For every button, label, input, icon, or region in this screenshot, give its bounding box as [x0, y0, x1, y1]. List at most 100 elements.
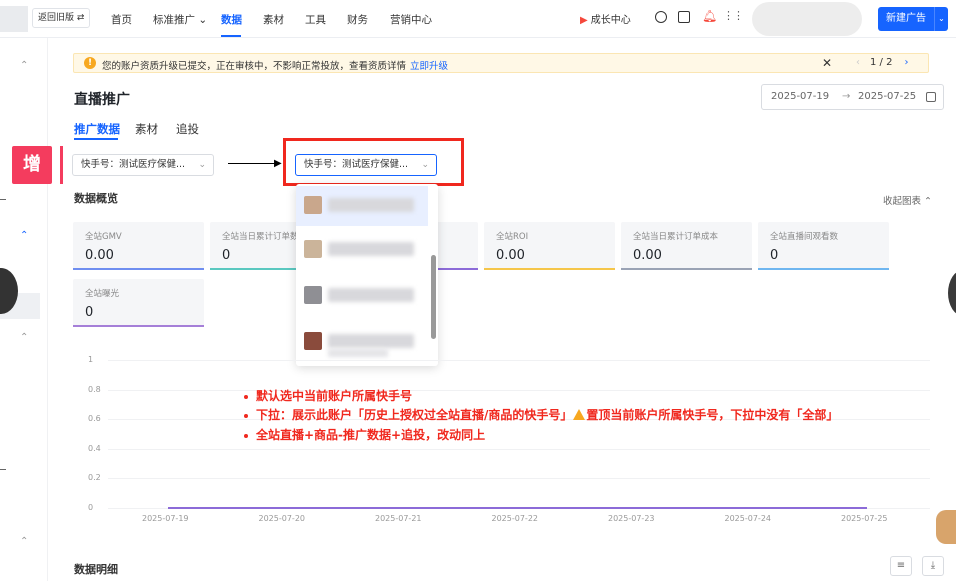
chevron-down-icon[interactable]: ⌄: [934, 7, 948, 31]
dropdown-option[interactable]: [296, 230, 428, 270]
coin-icon[interactable]: [655, 11, 667, 23]
tab-promotion-data[interactable]: 推广数据: [74, 121, 120, 137]
y-tick-label: 0.8: [88, 384, 101, 394]
date-start: 2025-07-19: [771, 91, 830, 102]
metric-card[interactable]: 全站ROI 0.00: [484, 222, 615, 270]
notice-pager: ‹ 1 / 2 ›: [846, 57, 908, 68]
dropdown-scrollbar[interactable]: [431, 255, 436, 339]
annotation-tag: 增: [12, 146, 52, 184]
note-text: 默认选中当前账户所属快手号: [256, 389, 413, 403]
blurred-account-name: [328, 198, 414, 212]
nav-tools[interactable]: 工具: [305, 12, 326, 27]
y-tick-label: 0: [88, 503, 94, 512]
sidebar-divider: [0, 199, 6, 200]
chevron-up-icon[interactable]: ⌃: [20, 332, 28, 343]
right-floating-button[interactable]: [948, 270, 956, 316]
dropdown-option[interactable]: [296, 276, 428, 316]
edit-icon[interactable]: [678, 11, 690, 23]
pager-next-icon[interactable]: ›: [904, 57, 908, 68]
warning-icon: [573, 409, 586, 420]
dropdown-option[interactable]: [296, 186, 428, 226]
blurred-account-name: [328, 242, 414, 256]
metric-bar: [621, 268, 752, 270]
grid-line: [108, 448, 930, 450]
warning-icon: !: [84, 57, 96, 69]
tab-active-indicator: [74, 138, 118, 140]
account-selector-new[interactable]: 快手号：测试医疗保健... ⌄: [295, 154, 437, 176]
account-selector-old[interactable]: 快手号：测试医疗保健... ⌄: [72, 154, 214, 176]
metric-card[interactable]: 全站曝光 0: [73, 279, 204, 327]
account-thumbnail: [304, 286, 322, 304]
download-icon[interactable]: ⤓: [922, 556, 944, 576]
nav-marketing-center[interactable]: 营销中心: [390, 12, 432, 27]
metric-label: 全站当日累计订单数: [222, 232, 299, 242]
chevron-down-icon: ⌄: [421, 160, 429, 170]
new-ad-button[interactable]: 新建广告 ⌄: [878, 7, 948, 31]
metric-label: 全站直播间观看数: [770, 232, 839, 242]
nav-active-indicator: [221, 35, 241, 37]
date-range-picker[interactable]: 2025-07-19 → 2025-07-25: [761, 84, 944, 110]
page-title: 直播推广: [74, 92, 130, 108]
nav-standard-promotion[interactable]: 标准推广 ⌄: [153, 12, 207, 27]
note-text: 置顶当前账户所属快手号，下拉中没有「全部」: [586, 408, 839, 422]
metric-label: 全站GMV: [85, 232, 122, 242]
note-text: 下拉：展示此账户「历史上授权过全站直播/商品的快手号」: [256, 408, 573, 422]
detail-title: 数据明细: [74, 563, 118, 576]
date-arrow: →: [842, 91, 851, 102]
tab-material[interactable]: 素材: [135, 121, 158, 137]
bell-icon[interactable]: 🔔︎: [702, 10, 717, 22]
upgrade-link[interactable]: 立即升级: [410, 61, 448, 72]
bullet-icon: [244, 394, 248, 399]
notice-text: 您的账户资质升级已提交，正在审核中，不影响正常投放，查看资质详情: [102, 61, 407, 72]
metric-value: 0: [222, 248, 231, 263]
legacy-version-button[interactable]: 返回旧版 ⇄: [32, 8, 91, 28]
x-tick-label: 2025-07-21: [375, 514, 422, 523]
grid-line: [108, 360, 930, 361]
chevron-up-icon[interactable]: ⌃: [20, 536, 28, 547]
mascot-icon[interactable]: [936, 510, 956, 544]
metric-card[interactable]: 全站直播间观看数 0: [758, 222, 889, 270]
pager-text: 1 / 2: [870, 57, 893, 68]
grid-line: [108, 389, 930, 391]
arrow-head-icon: ▶: [274, 158, 282, 169]
account-avatar[interactable]: [752, 2, 862, 36]
growth-center-link[interactable]: ▶ 成长中心: [580, 11, 631, 26]
nav-home[interactable]: 首页: [111, 12, 132, 27]
nav-material[interactable]: 素材: [263, 12, 284, 27]
metric-label: 全站ROI: [496, 232, 529, 242]
metric-value: 0.00: [633, 248, 662, 263]
note-text: 全站直播+商品-推广数据+追投，改动同上: [256, 428, 486, 442]
grid-line: [108, 478, 930, 480]
filter-icon[interactable]: ≡: [890, 556, 912, 576]
nav-data[interactable]: 数据: [221, 12, 242, 27]
y-tick-label: 0.6: [88, 414, 101, 424]
apps-grid-icon[interactable]: ⋮⋮: [723, 10, 744, 22]
metric-label: 全站曝光: [85, 289, 120, 299]
growth-center-label: 成长中心: [590, 15, 631, 26]
metric-card[interactable]: 全站当日累计订单成本 0.00: [621, 222, 752, 270]
chevron-up-icon[interactable]: ⌃: [20, 60, 28, 71]
collapse-chart-button[interactable]: 收起图表 ⌃: [883, 193, 932, 207]
metric-card[interactable]: 全站GMV 0.00: [73, 222, 204, 270]
notice-message: 您的账户资质升级已提交，正在审核中，不影响正常投放，查看资质详情 立即升级: [102, 58, 448, 72]
selector-value: 快手号：测试医疗保健...: [304, 159, 409, 170]
chevron-up-icon[interactable]: ⌃: [20, 230, 28, 241]
notice-banner: ! 您的账户资质升级已提交，正在审核中，不影响正常投放，查看资质详情 立即升级 ✕…: [73, 53, 929, 73]
metric-value: 0: [85, 305, 94, 320]
pager-prev-icon[interactable]: ‹: [856, 57, 860, 68]
logo[interactable]: [0, 6, 28, 32]
new-ad-label: 新建广告: [886, 13, 926, 24]
annotation-note: 下拉：展示此账户「历史上授权过全站直播/商品的快手号」 置顶当前账户所属快手号，下…: [244, 406, 838, 423]
chevron-down-icon: ⌄: [198, 160, 206, 170]
blurred-account-name: [328, 288, 414, 302]
overview-title: 数据概览: [74, 192, 118, 205]
nav-finance[interactable]: 财务: [347, 12, 368, 27]
account-dropdown: [296, 184, 438, 366]
date-end: 2025-07-25: [858, 91, 917, 102]
close-icon[interactable]: ✕: [822, 56, 832, 70]
x-tick-label: 2025-07-25: [841, 514, 888, 523]
tab-follow-up[interactable]: 追投: [176, 121, 199, 137]
metric-value: 0.00: [496, 248, 525, 263]
metric-value: 0: [770, 248, 779, 263]
top-bar: 返回旧版 ⇄ 首页 标准推广 ⌄ 数据 素材 工具 财务 营销中心 ▶ 成长中心 …: [0, 0, 956, 38]
